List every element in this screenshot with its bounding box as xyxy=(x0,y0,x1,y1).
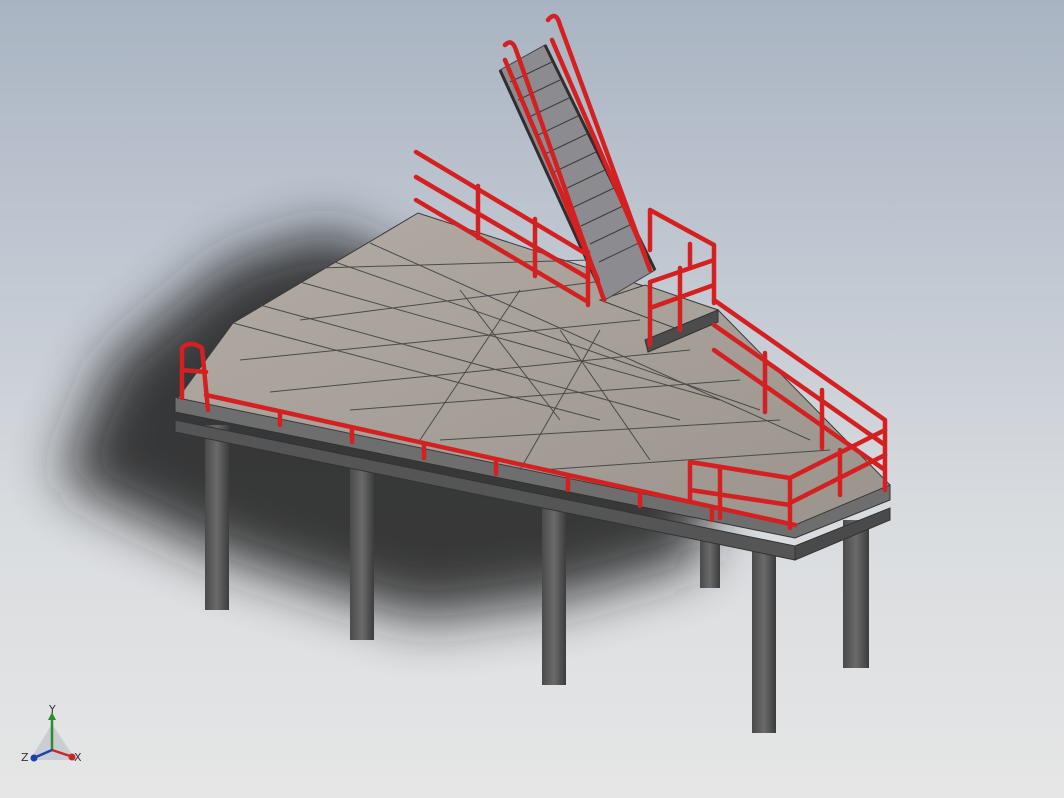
graphics-viewport[interactable]: Y X Z xyxy=(0,0,1064,798)
y-axis-label: Y xyxy=(48,704,56,716)
view-orientation-triad: Y X Z xyxy=(21,704,82,764)
column[interactable] xyxy=(843,520,869,668)
x-axis-label: X xyxy=(74,751,82,764)
column[interactable] xyxy=(350,462,374,640)
column[interactable] xyxy=(542,505,566,685)
column[interactable] xyxy=(752,548,776,733)
column[interactable] xyxy=(205,425,229,610)
column[interactable] xyxy=(700,540,720,588)
z-axis-label: Z xyxy=(21,751,29,764)
model-scene[interactable] xyxy=(0,0,1064,798)
